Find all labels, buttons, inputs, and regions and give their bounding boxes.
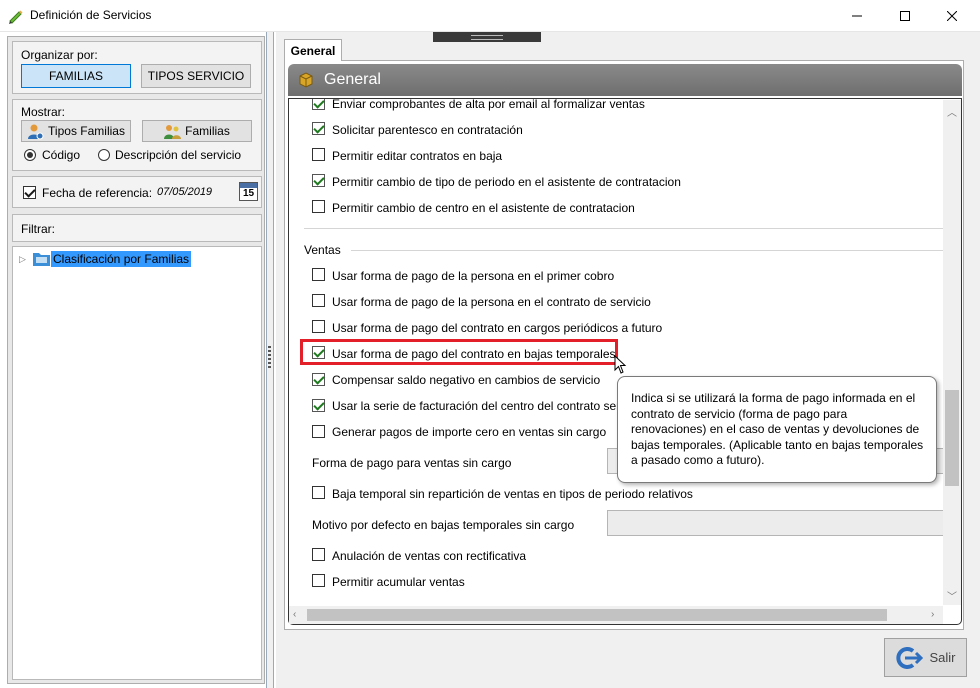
option-checkbox[interactable]	[312, 148, 325, 161]
app-pencil-icon	[9, 10, 23, 24]
fecha-input[interactable]: 07/05/2019	[157, 186, 212, 198]
ventas-option-checkbox[interactable]	[312, 294, 325, 307]
group-title: General	[324, 71, 381, 88]
scroll-down-icon[interactable]: ﹀	[947, 588, 957, 603]
calendar-day: 15	[242, 188, 255, 199]
fecha-section: Fecha de referencia: 07/05/2019 15	[12, 176, 262, 208]
divider	[351, 250, 944, 251]
fecha-label: Fecha de referencia:	[42, 186, 153, 200]
acumular-checkbox[interactable]	[312, 574, 325, 587]
option-label: Permitir cambio de tipo de periodo en el…	[332, 175, 681, 189]
ventas-option-label: Usar forma de pago de la persona en el c…	[332, 295, 651, 309]
filtrar-section: Filtrar:	[12, 214, 262, 242]
minimize-button[interactable]	[834, 0, 880, 31]
maximize-icon	[900, 10, 910, 21]
option-checkbox[interactable]	[312, 200, 325, 213]
ventas-option-checkbox[interactable]	[312, 320, 325, 333]
tooltip: Indica si se utilizará la forma de pago …	[617, 376, 937, 483]
familias-organize-button[interactable]: FAMILIAS	[21, 64, 131, 88]
ventas-option-checkbox[interactable]	[312, 399, 325, 412]
fecha-checkbox[interactable]	[23, 186, 36, 199]
option-checkbox[interactable]	[312, 122, 325, 135]
tipos-familias-button[interactable]: Tipos Familias	[21, 120, 131, 142]
family-icon	[164, 124, 182, 139]
horizontal-scrollbar[interactable]: ‹ ›	[289, 606, 943, 624]
option-label: Permitir cambio de centro en el asistent…	[332, 201, 635, 215]
exit-icon	[896, 646, 924, 669]
close-button[interactable]	[929, 0, 975, 31]
mostrar-section: Mostrar: Tipos Familias Familias Código …	[12, 99, 262, 171]
mostrar-label: Mostrar:	[21, 105, 66, 119]
divider	[304, 228, 944, 229]
option-checkbox[interactable]	[312, 174, 325, 187]
ventas-option-label: Compensar saldo negativo en cambios de s…	[332, 373, 601, 387]
tipos-servicio-button[interactable]: TIPOS SERVICIO	[141, 64, 251, 88]
acumular-label: Permitir acumular ventas	[332, 575, 465, 589]
person-icon	[28, 124, 44, 139]
descripcion-radio[interactable]	[98, 149, 110, 161]
left-panel: Organizar por: FAMILIAS TIPOS SERVICIO M…	[7, 36, 265, 684]
drag-grip[interactable]	[433, 32, 541, 42]
salir-label: Salir	[929, 650, 956, 665]
forma-pago-label: Forma de pago para ventas sin cargo	[312, 456, 512, 470]
close-icon	[947, 10, 957, 21]
splitter-grip-icon	[268, 346, 271, 368]
descripcion-radio-label: Descripción del servicio	[115, 148, 242, 162]
maximize-button[interactable]	[882, 0, 928, 31]
baja-sin-reparticion-checkbox[interactable]	[312, 486, 325, 499]
option-label: Solicitar parentesco en contratación	[332, 123, 523, 137]
tipos-familias-label: Tipos Familias	[48, 124, 125, 138]
vertical-scroll-thumb[interactable]	[945, 390, 959, 486]
ventas-option-label: Generar pagos de importe cero en ventas …	[332, 425, 607, 439]
codigo-radio[interactable]	[24, 149, 36, 161]
calendar-button[interactable]: 15	[239, 182, 258, 201]
ventas-option-checkbox[interactable]	[312, 373, 325, 386]
organizar-section: Organizar por: FAMILIAS TIPOS SERVICIO	[12, 41, 262, 94]
scroll-right-icon[interactable]: ›	[931, 609, 934, 620]
minimize-icon	[852, 15, 862, 16]
tab-general[interactable]: General	[284, 39, 342, 61]
option-label: Enviar comprobantes de alta por email al…	[332, 98, 645, 111]
window-title: Definición de Servicios	[30, 8, 152, 22]
tree-root-item[interactable]: Clasificación por Familias	[51, 251, 192, 267]
ventas-option-label: Usar la serie de facturación del centro …	[332, 399, 627, 413]
organizar-label: Organizar por:	[21, 48, 98, 62]
codigo-radio-label: Código	[42, 148, 81, 162]
ventas-option-label: Usar forma de pago de la persona en el p…	[332, 269, 615, 283]
familias-show-label: Familias	[185, 124, 230, 138]
ventas-option-checkbox[interactable]	[312, 425, 325, 438]
option-checkbox[interactable]	[312, 99, 325, 110]
scroll-up-icon[interactable]: ︿	[947, 104, 957, 119]
tree-view: ▷ Clasificación por Familias	[12, 246, 262, 680]
scroll-left-icon[interactable]: ‹	[293, 609, 296, 620]
group-header: General	[288, 64, 962, 96]
highlight-box	[300, 339, 618, 365]
motivo-label: Motivo por defecto en bajas temporales s…	[312, 518, 575, 532]
salir-button[interactable]: Salir	[884, 638, 967, 677]
horizontal-scroll-thumb[interactable]	[307, 609, 887, 621]
tree-expand-icon[interactable]: ▷	[19, 254, 26, 265]
ventas-option-checkbox[interactable]	[312, 268, 325, 281]
option-label: Permitir editar contratos en baja	[332, 149, 503, 163]
title-bar: Definición de Servicios	[0, 0, 980, 32]
baja-sin-reparticion-label: Baja temporal sin repartición de ventas …	[332, 487, 693, 501]
mouse-cursor-icon	[614, 355, 627, 374]
anulacion-label: Anulación de ventas con rectificativa	[332, 549, 527, 563]
folder-icon	[33, 253, 50, 266]
vertical-scrollbar[interactable]: ︿ ﹀	[943, 100, 961, 605]
ventas-option-label: Usar forma de pago del contrato en cargo…	[332, 321, 663, 335]
familias-show-button[interactable]: Familias	[142, 120, 252, 142]
box-icon	[299, 72, 313, 88]
anulacion-checkbox[interactable]	[312, 548, 325, 561]
ventas-legend: Ventas	[304, 243, 341, 257]
motivo-input[interactable]	[607, 510, 947, 536]
filtrar-label: Filtrar:	[21, 222, 55, 236]
